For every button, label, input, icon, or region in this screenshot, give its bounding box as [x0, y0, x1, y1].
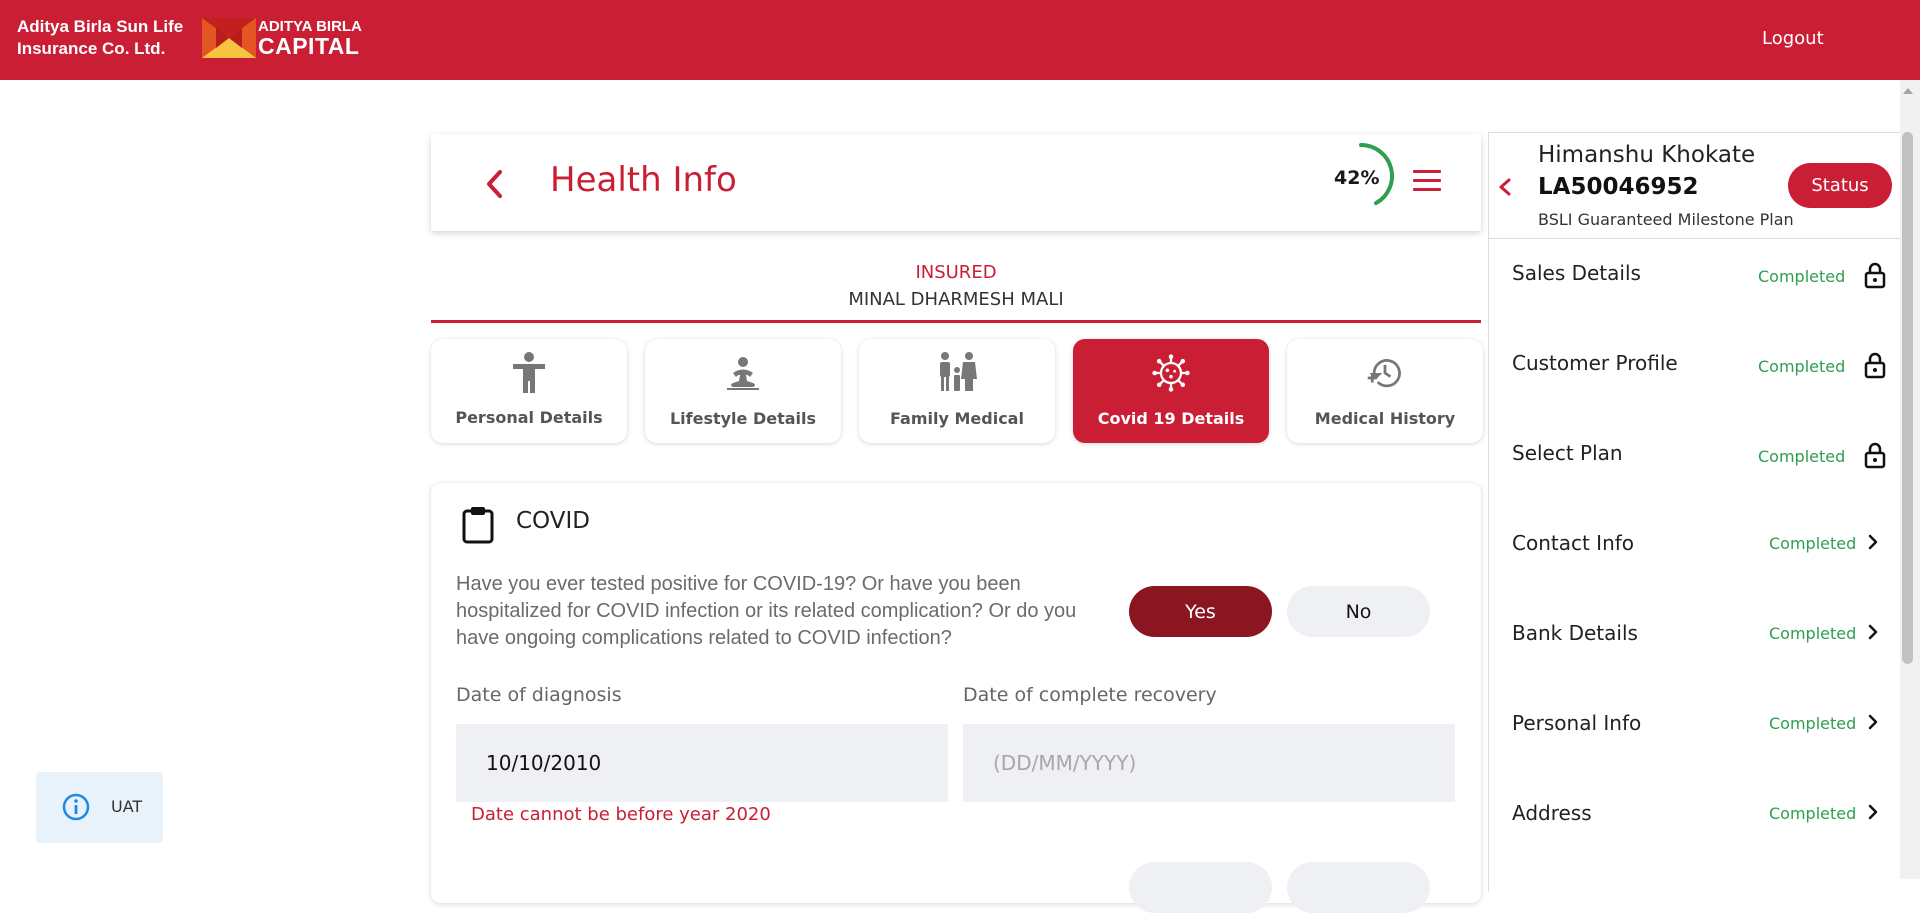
yes-button[interactable]: Yes: [1129, 586, 1272, 637]
step-status: Completed: [1769, 804, 1857, 823]
chevron-right-icon: [1868, 804, 1878, 820]
step-name: Sales Details: [1512, 261, 1641, 285]
aditya-birla-capital-logo: ADITYA BIRLA CAPITAL: [202, 18, 362, 58]
side-panel-divider: [1489, 238, 1900, 239]
status-button[interactable]: Status: [1788, 163, 1892, 208]
brand-line-2: Insurance Co. Ltd.: [17, 39, 166, 58]
step-status: Completed: [1769, 714, 1857, 733]
scroll-up-arrow-icon[interactable]: [1903, 88, 1913, 94]
tab-label: Personal Details: [455, 408, 603, 427]
step-status: Completed: [1758, 357, 1846, 376]
tab-label: Family Medical: [890, 409, 1024, 428]
brand-name: Aditya Birla Sun Life Insurance Co. Ltd.: [17, 16, 183, 60]
lock-icon: [1864, 262, 1886, 289]
diagnosis-date-label: Date of diagnosis: [456, 684, 622, 706]
application-id: LA50046952: [1538, 174, 1699, 200]
step-address[interactable]: Address Completed: [1489, 801, 1900, 891]
covid-section-title: COVID: [516, 508, 590, 534]
lock-icon: [1864, 352, 1886, 379]
step-status: Completed: [1769, 534, 1857, 553]
tab-label: Covid 19 Details: [1097, 409, 1245, 428]
step-name: Customer Profile: [1512, 351, 1678, 375]
step-name: Bank Details: [1512, 621, 1638, 645]
logo-text-line-1: ADITYA BIRLA: [258, 17, 362, 35]
logo-mark-icon: [202, 18, 256, 58]
covid-question: Have you ever tested positive for COVID-…: [456, 573, 1077, 649]
insured-label: INSURED: [915, 262, 997, 283]
tab-covid-19-details[interactable]: Covid 19 Details: [1073, 339, 1269, 443]
step-name: Contact Info: [1512, 531, 1635, 555]
step-name: Select Plan: [1512, 441, 1623, 465]
logout-button[interactable]: Logout: [1762, 28, 1824, 49]
next-question-no-button[interactable]: [1287, 862, 1430, 913]
meditation-icon: [727, 357, 759, 390]
logo-text-line-2: CAPITAL: [258, 32, 360, 59]
no-button[interactable]: No: [1287, 586, 1430, 637]
progress-percentage: 42%: [1334, 167, 1380, 189]
insured-name: MINAL DHARMESH MALI: [848, 289, 1064, 310]
plan-name: BSLI Guaranteed Milestone Plan: [1538, 210, 1794, 229]
history-icon: [1367, 359, 1401, 388]
hamburger-menu-icon[interactable]: [1413, 170, 1441, 194]
info-icon: [62, 793, 90, 821]
environment-label: UAT: [111, 797, 143, 816]
diagnosis-date-error: Date cannot be before year 2020: [471, 804, 771, 825]
step-bank-details[interactable]: Bank Details Completed: [1489, 621, 1900, 711]
step-sales-details[interactable]: Sales Details Completed: [1489, 261, 1900, 351]
clipboard-icon: [462, 507, 494, 544]
customer-name: Himanshu Khokate: [1538, 142, 1756, 168]
step-name: Address: [1512, 801, 1592, 825]
tab-family-medical[interactable]: Family Medical: [859, 339, 1055, 443]
next-question-yes-button[interactable]: [1129, 862, 1272, 913]
tab-lifestyle-details[interactable]: Lifestyle Details: [645, 339, 841, 443]
tab-label: Lifestyle Details: [669, 409, 817, 428]
step-name: Personal Info: [1512, 711, 1642, 735]
virus-icon: [1152, 354, 1190, 392]
back-chevron-icon[interactable]: [475, 164, 515, 204]
step-status: Completed: [1758, 267, 1846, 286]
family-icon: [940, 352, 977, 391]
tab-label: Medical History: [1314, 409, 1456, 428]
insured-divider: [431, 320, 1481, 323]
person-icon: [513, 352, 545, 393]
diagnosis-date-input[interactable]: [456, 724, 948, 802]
tab-personal-details[interactable]: Personal Details: [431, 339, 627, 443]
recovery-date-input[interactable]: [963, 724, 1455, 802]
recovery-date-label: Date of complete recovery: [963, 684, 1217, 706]
step-status: Completed: [1758, 447, 1846, 466]
step-select-plan[interactable]: Select Plan Completed: [1489, 441, 1900, 531]
chevron-right-icon: [1868, 624, 1878, 640]
chevron-right-icon: [1868, 714, 1878, 730]
collapse-panel-chevron-icon[interactable]: [1493, 172, 1517, 202]
step-customer-profile[interactable]: Customer Profile Completed: [1489, 351, 1900, 441]
step-personal-info[interactable]: Personal Info Completed: [1489, 711, 1900, 801]
page-title: Health Info: [550, 160, 737, 200]
brand-line-1: Aditya Birla Sun Life: [17, 17, 184, 36]
environment-badge: [36, 772, 163, 843]
tab-medical-history[interactable]: Medical History: [1287, 339, 1483, 443]
lock-icon: [1864, 442, 1886, 469]
step-status: Completed: [1769, 624, 1857, 643]
scrollbar-thumb[interactable]: [1902, 132, 1913, 664]
chevron-right-icon: [1868, 534, 1878, 550]
step-contact-info[interactable]: Contact Info Completed: [1489, 531, 1900, 621]
